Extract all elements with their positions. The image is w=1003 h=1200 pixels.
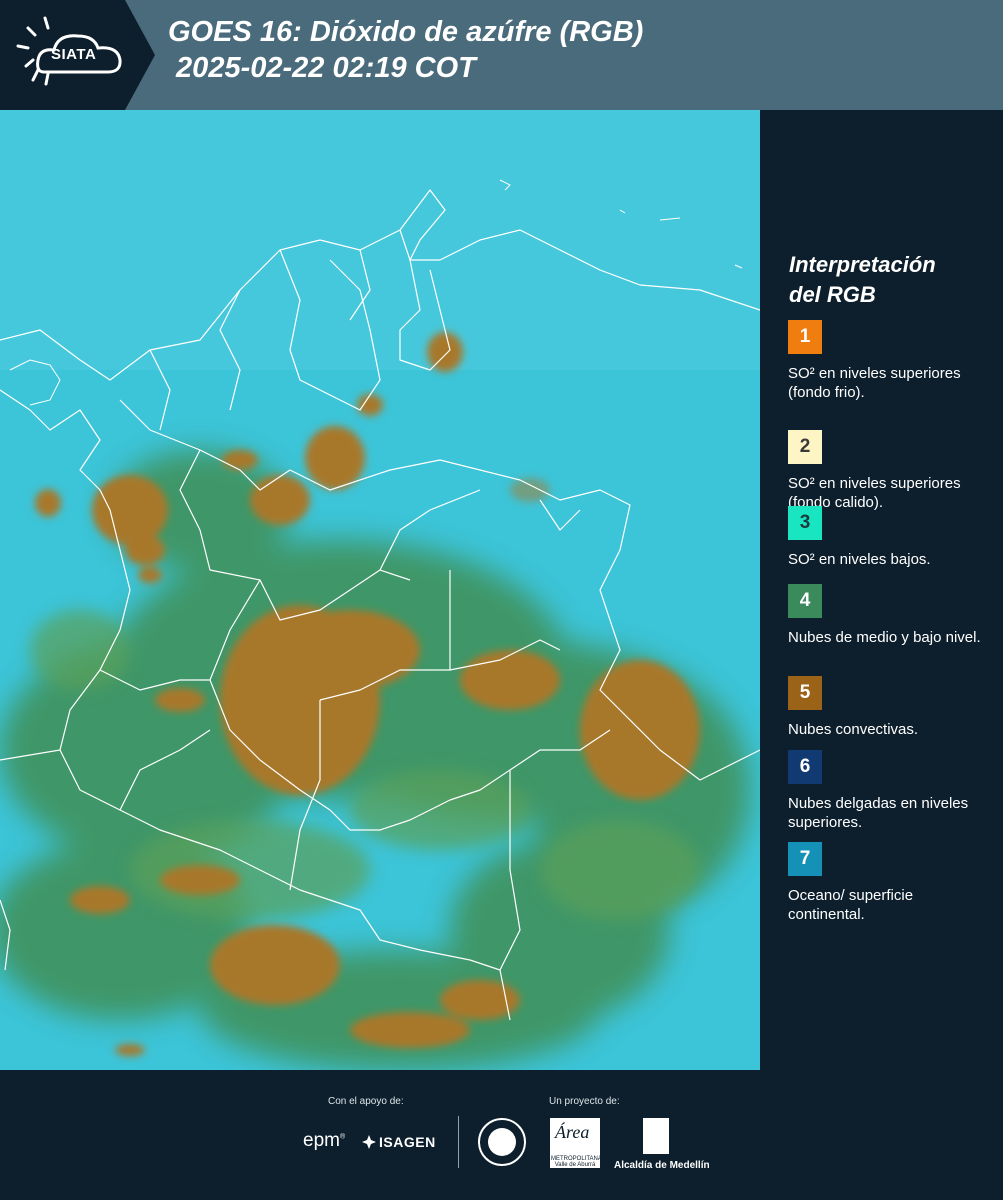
legend-title: Interpretación del RGB: [789, 250, 989, 310]
support-label: Con el apoyo de:: [328, 1096, 404, 1107]
legend-panel: Interpretación del RGB 1 SO² en niveles s…: [760, 110, 1003, 1070]
satellite-map: [0, 110, 760, 1070]
area-subtitle: METROPOLITANA Valle de Aburrá: [551, 1156, 602, 1168]
seal-icon: [488, 1128, 516, 1156]
epm-logo: epm®: [303, 1130, 345, 1152]
legend-item-7: 7 Oceano/ superficie continental.: [788, 842, 993, 924]
legend-title-line-1: Interpretación: [789, 252, 936, 277]
legend-item-2: 2 SO² en niveles superiores (fondo calido…: [788, 430, 993, 512]
legend-item-5: 5 Nubes convectivas.: [788, 676, 993, 739]
footer: Con el apoyo de: Un proyecto de: epm® IS…: [0, 1070, 1003, 1200]
area-word: Área: [555, 1122, 590, 1142]
legend-title-line-2: del RGB: [789, 282, 876, 307]
legend-label: Nubes de medio y bajo nivel.: [788, 629, 981, 646]
page: SIATA GOES 16: Dióxido de azúfre (RGB) 2…: [0, 0, 1003, 1200]
legend-swatch: 6: [788, 750, 822, 784]
legend-label: SO² en niveles superiores (fondo frio).: [788, 365, 961, 401]
legend-item-6: 6 Nubes delgadas en niveles superiores.: [788, 750, 993, 832]
legend-item-1: 1 SO² en niveles superiores (fondo frio).: [788, 320, 993, 402]
isagen-logo: ISAGEN: [362, 1134, 436, 1150]
legend-label: Nubes convectivas.: [788, 721, 919, 738]
legend-swatch: 3: [788, 506, 822, 540]
title-line-1: GOES 16: Dióxido de azúfre (RGB): [168, 16, 644, 48]
legend-item-3: 3 SO² en niveles bajos.: [788, 506, 993, 569]
legend-swatch: 4: [788, 584, 822, 618]
project-label: Un proyecto de:: [549, 1096, 620, 1107]
legend-swatch: 2: [788, 430, 822, 464]
legend-swatch: 5: [788, 676, 822, 710]
siata-logo: SIATA: [0, 0, 160, 110]
alcaldia-label: Alcaldía de Medellín: [614, 1160, 710, 1171]
alcaldia-shield-icon: [643, 1118, 669, 1154]
title-line-2: 2025-02-22 02:19 COT: [168, 52, 476, 84]
seal-logo: [478, 1118, 526, 1166]
legend-item-4: 4 Nubes de medio y bajo nivel.: [788, 584, 993, 647]
logo-text: SIATA: [51, 46, 97, 63]
legend-label: Nubes delgadas en niveles superiores.: [788, 795, 969, 831]
epm-text: epm: [303, 1130, 340, 1151]
header: SIATA GOES 16: Dióxido de azúfre (RGB) 2…: [0, 0, 1003, 110]
legend-swatch: 7: [788, 842, 822, 876]
isagen-icon: [362, 1135, 376, 1149]
legend-label: SO² en niveles bajos.: [788, 551, 931, 568]
page-title: GOES 16: Dióxido de azúfre (RGB) 2025-02…: [168, 14, 643, 86]
isagen-text: ISAGEN: [379, 1134, 436, 1150]
legend-label: Oceano/ superficie continental.: [788, 887, 914, 923]
epm-registered-mark: ®: [339, 1133, 346, 1141]
legend-swatch: 1: [788, 320, 822, 354]
footer-divider: [458, 1116, 459, 1168]
